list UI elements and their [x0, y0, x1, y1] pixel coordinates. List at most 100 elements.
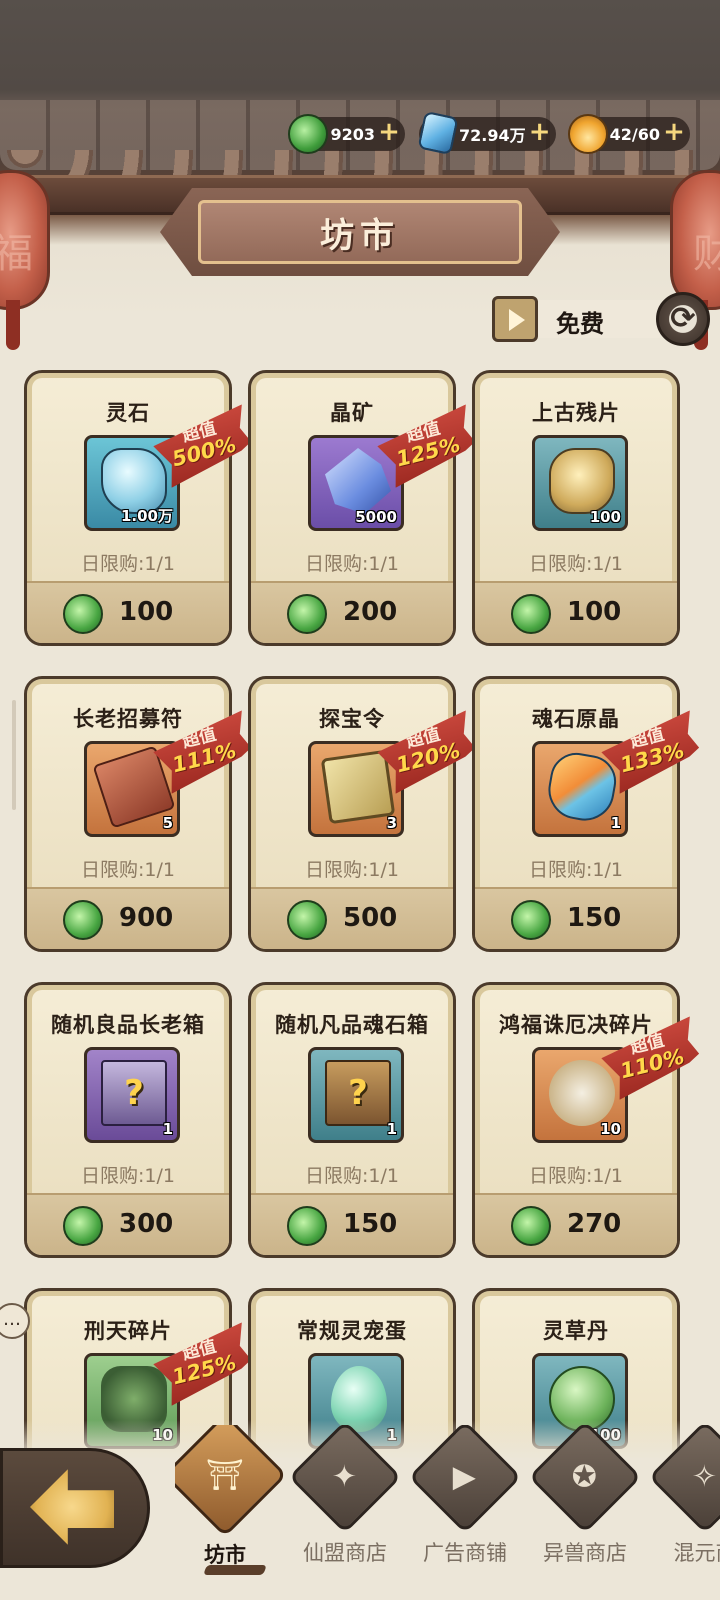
daily-limit: 日限购:1/1 [81, 553, 175, 575]
item-name: 常规灵宠蛋 [297, 1319, 407, 1343]
guild-shop-icon[interactable]: ✦ [288, 1425, 402, 1534]
dragon-fragment-icon [549, 1060, 615, 1126]
item-name: 随机凡品魂石箱 [275, 1013, 429, 1037]
daily-limit: 日限购:1/1 [305, 553, 399, 575]
item-quantity: 5 [162, 814, 173, 832]
buy-button[interactable]: 150 [251, 1193, 453, 1255]
item-thumbnail[interactable]: ? 1 [84, 1047, 180, 1143]
shop-item-card[interactable]: 灵石 1.00万 超值 500% 日限购:1/1 100 [24, 370, 232, 646]
shop-item-card[interactable]: 晶矿 5000 超值 125% 日限购:1/1 200 [248, 370, 456, 646]
item-quantity: 5000 [355, 508, 397, 526]
item-name: 上古残片 [532, 401, 620, 425]
buy-button[interactable]: 300 [27, 1193, 229, 1255]
add-jade-button[interactable]: + [377, 119, 401, 145]
item-price: 100 [119, 597, 174, 627]
jade-coin-icon [63, 1206, 103, 1246]
hunyuan-shop-icon[interactable]: ✧ [648, 1425, 720, 1534]
lantern-left-glyph: 福 [0, 231, 33, 277]
item-thumbnail[interactable]: ? 1 [308, 1047, 404, 1143]
shop-item-card[interactable]: 鸿福诛厄决碎片 10 超值 110% 日限购:1/1 270 [472, 982, 680, 1258]
shop-item-card[interactable]: 随机良品长老箱 ? 1 日限购:1/1 300 [24, 982, 232, 1258]
jade-coin-icon [511, 594, 551, 634]
jade-coin-icon [287, 900, 327, 940]
stamina-flame-icon [567, 114, 608, 154]
item-price: 270 [567, 1209, 622, 1239]
free-refresh-bar[interactable]: 免费 ⟳ [492, 292, 710, 346]
currency-jade-value: 9203 [330, 124, 375, 144]
ad-shop-icon[interactable]: ▶ [408, 1425, 522, 1534]
shop-item-card[interactable]: 长老招募符 5 超值 111% 日限购:1/1 900 [24, 676, 232, 952]
video-play-icon[interactable] [492, 296, 538, 342]
daily-limit: 日限购:1/1 [529, 859, 623, 881]
treasure-token-icon [320, 749, 396, 825]
daily-limit: 日限购:1/1 [305, 859, 399, 881]
buy-button[interactable]: 270 [475, 1193, 677, 1255]
refresh-icon[interactable]: ⟳ [656, 292, 710, 346]
item-quantity: 1 [162, 1120, 173, 1138]
daily-limit: 日限购:1/1 [529, 1165, 623, 1187]
item-quantity: 3 [386, 814, 397, 832]
daily-limit: 日限购:1/1 [305, 1165, 399, 1187]
market-icon[interactable]: ⛩ [175, 1425, 288, 1538]
shop-tabs: ⛩ 坊市✦ 仙盟商店▶ 广告商铺✪ 异兽商店✧ 混元商 [175, 1425, 720, 1600]
soul-crystal-icon [543, 748, 621, 826]
lantern-tassel-left [6, 300, 20, 350]
daily-limit: 日限购:1/1 [81, 859, 175, 881]
tab-hunyuan-shop[interactable]: ✧ 混元商 [648, 1425, 720, 1600]
buy-button[interactable]: 100 [27, 581, 229, 643]
spirit-crystal-icon [417, 110, 459, 156]
buy-button[interactable]: 150 [475, 887, 677, 949]
page-title: 坊市 [320, 215, 400, 256]
shop-grid: 灵石 1.00万 超值 500% 日限购:1/1 100 晶矿 5000 超值 … [24, 370, 696, 1564]
currency-stamina: 42/60 + [567, 114, 690, 154]
item-name: 探宝令 [319, 707, 385, 731]
page-title-frame: 坊市 [198, 200, 522, 264]
item-price: 150 [343, 1209, 398, 1239]
daily-limit: 日限购:1/1 [81, 1165, 175, 1187]
buy-button[interactable]: 100 [475, 581, 677, 643]
lantern-right: 财 [670, 170, 720, 310]
shop-item-card[interactable]: 上古残片 100 日限购:1/1 100 [472, 370, 680, 646]
item-name: 刑天碎片 [84, 1319, 172, 1343]
add-stamina-button[interactable]: + [662, 119, 686, 145]
item-price: 100 [567, 597, 622, 627]
tab-label: 广告商铺 [423, 1541, 507, 1565]
lantern-left: 福 [0, 170, 50, 310]
beast-shop-icon[interactable]: ✪ [528, 1425, 642, 1534]
tab-label: 仙盟商店 [303, 1541, 387, 1565]
item-quantity: 100 [589, 508, 621, 526]
item-name: 晶矿 [330, 401, 374, 425]
shop-item-card[interactable]: 随机凡品魂石箱 ? 1 日限购:1/1 150 [248, 982, 456, 1258]
item-price: 900 [119, 903, 174, 933]
item-price: 150 [567, 903, 622, 933]
buy-button[interactable]: 900 [27, 887, 229, 949]
tab-beast-shop[interactable]: ✪ 异兽商店 [528, 1425, 642, 1600]
item-price: 300 [119, 1209, 174, 1239]
lantern-right-glyph: 财 [693, 231, 720, 277]
jade-coin-icon [63, 594, 103, 634]
tab-guild-shop[interactable]: ✦ 仙盟商店 [288, 1425, 402, 1600]
mystery-chest-icon: ? [325, 1060, 391, 1126]
buy-button[interactable]: 500 [251, 887, 453, 949]
tab-market[interactable]: ⛩ 坊市 [175, 1425, 288, 1600]
free-refresh-label: 免费 [556, 310, 604, 338]
item-name: 灵石 [106, 401, 150, 425]
tab-label: 异兽商店 [543, 1541, 627, 1565]
item-name: 随机良品长老箱 [51, 1013, 205, 1037]
currency-stamina-value: 42/60 [609, 124, 660, 144]
mystery-chest-icon: ? [101, 1060, 167, 1126]
item-thumbnail[interactable]: 100 [532, 435, 628, 531]
item-quantity: 1.00万 [120, 507, 173, 525]
item-price: 200 [343, 597, 398, 627]
shop-item-card[interactable]: 探宝令 3 超值 120% 日限购:1/1 500 [248, 676, 456, 952]
tab-ad-shop[interactable]: ▶ 广告商铺 [408, 1425, 522, 1600]
item-name: 灵草丹 [543, 1319, 609, 1343]
jade-coin-icon [511, 1206, 551, 1246]
buy-button[interactable]: 200 [251, 581, 453, 643]
item-quantity: 10 [600, 1120, 621, 1138]
jade-coin-icon [63, 900, 103, 940]
jade-coin-icon [287, 594, 327, 634]
scroll-indicator[interactable] [12, 700, 16, 810]
shop-item-card[interactable]: 魂石原晶 1 超值 133% 日限购:1/1 150 [472, 676, 680, 952]
add-crystal-button[interactable]: + [528, 119, 552, 145]
